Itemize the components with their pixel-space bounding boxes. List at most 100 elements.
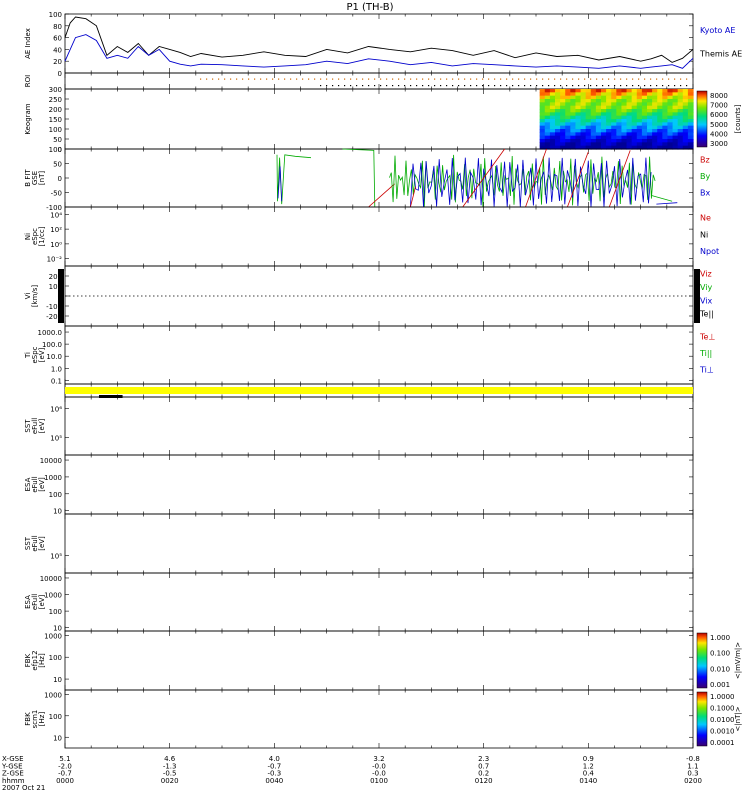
roi-dot — [494, 85, 496, 87]
roi-dot — [254, 78, 256, 80]
y-tick-label: 20 — [53, 58, 62, 66]
colorbar-tick-label: 1.000 — [710, 634, 730, 642]
colorbar-tick-label: 0.010 — [710, 665, 730, 673]
y-axis-label: Keogram — [24, 103, 32, 134]
y-tick-label: 1000 — [44, 632, 62, 640]
roi-dot — [422, 85, 424, 87]
colorbar-tick-label: 5000 — [710, 121, 728, 129]
colorbar-strip — [696, 90, 708, 148]
legend-label: Kyoto AE — [700, 26, 735, 35]
y-tick-label: 10000 — [40, 575, 62, 583]
colorbar-tick-label: 6000 — [710, 111, 728, 119]
panel-ni: Ni eSpc [1/cc]10⁴10²10⁰10⁻²NeNiNpot — [24, 206, 719, 267]
y-tick-label: 1000 — [44, 592, 62, 600]
roi-dot — [662, 85, 664, 87]
roi-dot — [296, 78, 298, 80]
roi-dot — [386, 78, 388, 80]
y-axis-label: AE Index — [24, 28, 32, 59]
roi-dot — [416, 78, 418, 80]
roi-dot — [362, 78, 364, 80]
bottom-axis-value: 0100 — [370, 777, 388, 785]
roi-dot — [458, 85, 460, 87]
roi-dot — [434, 78, 436, 80]
y-tick-label: 10000 — [40, 457, 62, 465]
roi-dot — [632, 78, 634, 80]
roi-dot — [638, 78, 640, 80]
colorbar-tick-label: 0.0010 — [710, 728, 735, 736]
roi-dot — [620, 78, 622, 80]
roi-dot — [578, 78, 580, 80]
legend-label: Vix — [700, 296, 713, 305]
y-tick-label: 10 — [53, 508, 62, 516]
panel-vi: Vi[km/s]2001000-100-200VizViyVixTe|| — [24, 265, 714, 327]
summary-plot: P1 (TH-B) AE Index100806040200Kyoto AETh… — [1, 2, 742, 792]
panel-fbk1: FBK efp12 [Hz]100010010 — [24, 630, 694, 691]
roi-dot — [326, 78, 328, 80]
roi-dot — [500, 78, 502, 80]
roi-dot — [524, 78, 526, 80]
y-tick-label: 1.0 — [51, 365, 62, 373]
roi-dot — [410, 85, 412, 87]
roi-dot — [314, 78, 316, 80]
roi-dot — [338, 78, 340, 80]
panel-frame — [64, 396, 694, 456]
roi-dot — [626, 78, 628, 80]
roi-dot — [212, 78, 214, 80]
roi-dot — [548, 78, 550, 80]
roi-dot — [506, 78, 508, 80]
colorbar-label: <|mV/m|> — [734, 642, 742, 679]
roi-dot — [626, 85, 628, 87]
roi-dot — [332, 85, 334, 87]
bottom-axis-value: 0040 — [265, 777, 283, 785]
y-axis-label: [1/cc] — [38, 226, 46, 246]
roi-dot — [554, 85, 556, 87]
roi-dot — [494, 78, 496, 80]
roi-dot — [518, 85, 520, 87]
roi-dot — [392, 85, 394, 87]
roi-dot — [590, 85, 592, 87]
y-tick-label: 10² — [50, 226, 62, 234]
roi-dot — [512, 78, 514, 80]
y-tick-label: 10 — [53, 676, 62, 684]
panel-sst2: SST eFull [eV]10⁵ — [24, 513, 694, 574]
roi-dot — [404, 78, 406, 80]
y-axis-label: [nT] — [38, 171, 46, 185]
roi-dot — [434, 85, 436, 87]
colorbar-fbk2: 1.0000 0.1000 0.0100 0.0010 0.0001 <|nT|> — [696, 691, 742, 747]
y-axis-label: [eV] — [38, 536, 46, 551]
legend-label: Npot — [700, 247, 719, 256]
roi-dot — [566, 85, 568, 87]
colorbar-fbk1: 1.000 0.100 0.010 0.001 <|mV/m|> — [696, 632, 742, 689]
colorbar-tick-label: 8000 — [710, 92, 728, 100]
roi-dot — [398, 85, 400, 87]
roi-dot — [374, 85, 376, 87]
roi-dot — [674, 78, 676, 80]
panel-esa1: ESA eFull [eV]10000100010010 — [24, 454, 694, 516]
roi-dot — [644, 78, 646, 80]
legend-label: Ne — [700, 213, 711, 222]
roi-dot — [326, 85, 328, 87]
panel-frame — [64, 454, 694, 515]
roi-dot — [608, 85, 610, 87]
roi-dot — [536, 78, 538, 80]
plot-title: P1 (TH-B) — [346, 2, 393, 13]
colorbar-tick-label: 0.100 — [710, 650, 730, 658]
ae-series-line — [64, 16, 694, 63]
roi-dot — [440, 85, 442, 87]
colorbar-tick-label: 4000 — [710, 130, 728, 138]
roi-dot — [200, 78, 202, 80]
roi-dot — [620, 85, 622, 87]
left-bar — [58, 269, 64, 323]
roi-dot — [602, 78, 604, 80]
roi-dot — [596, 78, 598, 80]
y-tick-label: 100.0 — [42, 341, 62, 349]
colorbar-tick-label: 0.001 — [710, 681, 730, 689]
roi-dot — [578, 85, 580, 87]
panel-frame — [64, 325, 694, 385]
roi-dot — [668, 85, 670, 87]
roi-dot — [422, 78, 424, 80]
roi-dot — [614, 78, 616, 80]
panel-ti: Ti eSpc [eV]1000.0100.010.01.00.1Te⊥Ti||Ti… — [24, 325, 715, 385]
roi-dot — [368, 85, 370, 87]
y-tick-label: 0.1 — [51, 377, 62, 385]
